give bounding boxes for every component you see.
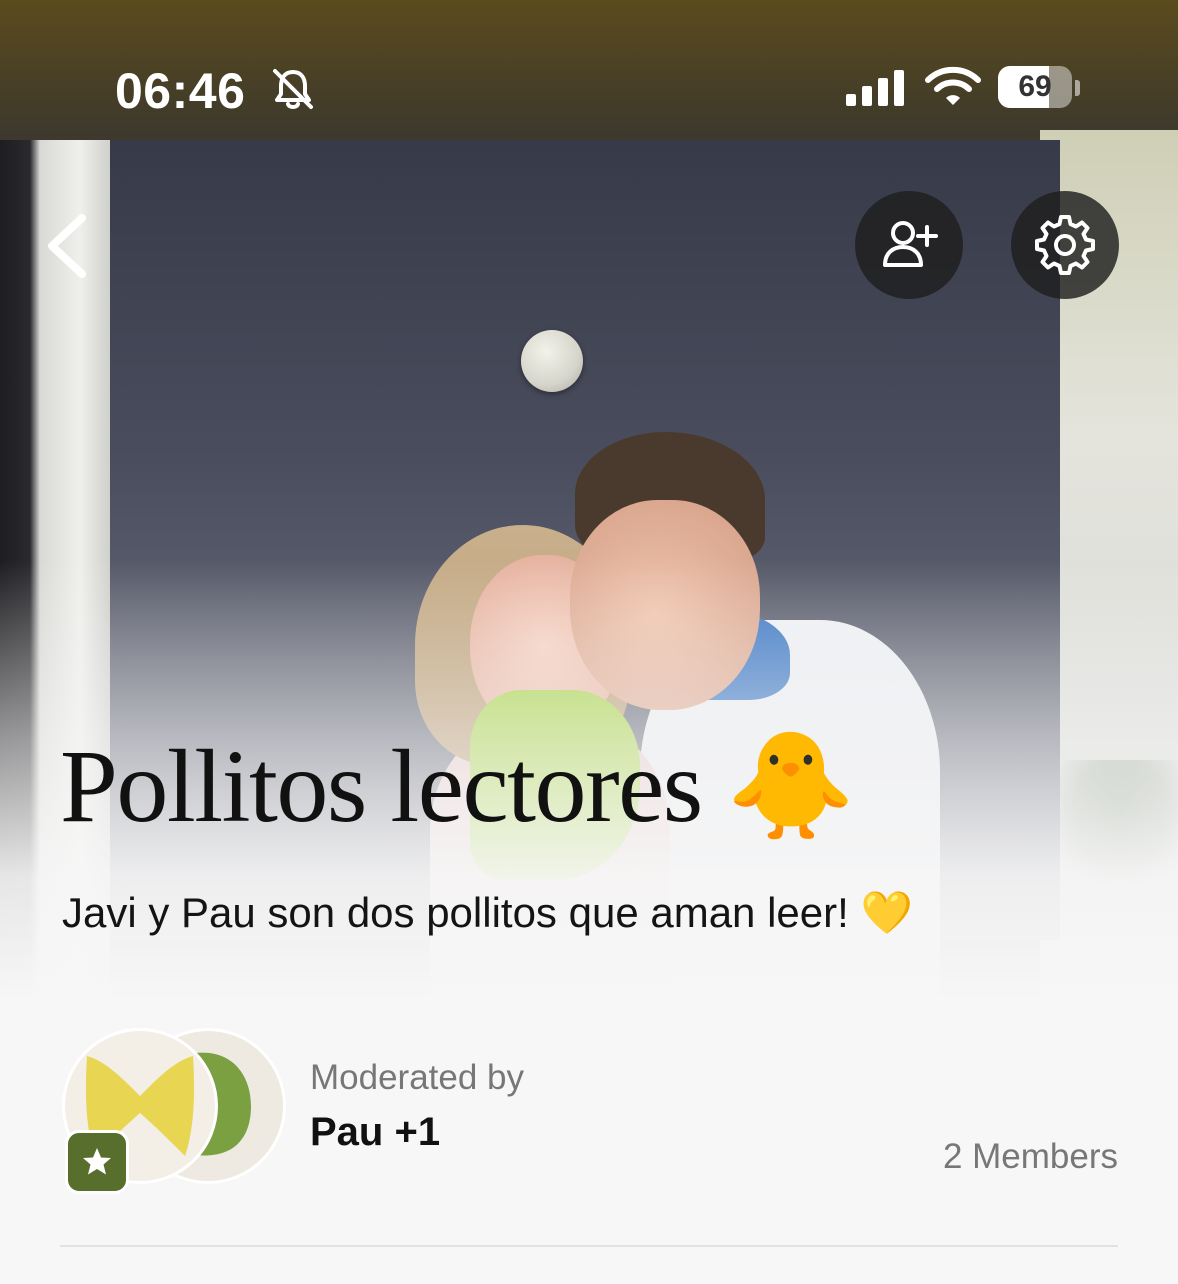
wifi-icon — [925, 66, 981, 105]
person-plus-icon — [883, 221, 938, 267]
battery-percentage: 69 — [1018, 70, 1052, 103]
photo-ceiling-lamp — [521, 330, 583, 392]
battery-tip — [1075, 80, 1080, 96]
moderated-by-label: Moderated by — [310, 1058, 525, 1097]
status-time: 06:46 — [115, 63, 246, 119]
star-icon — [83, 1148, 111, 1175]
add-member-button[interactable] — [855, 191, 963, 299]
bell-slash-icon — [273, 69, 313, 109]
members-count[interactable]: 2 Members — [943, 1137, 1118, 1177]
back-button[interactable] — [40, 210, 100, 282]
settings-button[interactable] — [1011, 191, 1119, 299]
club-cover-photo — [0, 0, 1178, 1000]
moderator-names[interactable]: Pau +1 — [310, 1110, 440, 1155]
gear-icon — [1035, 215, 1095, 275]
club-title: Pollitos lectores 🐥 — [60, 729, 856, 844]
moderator-star-badge — [65, 1130, 129, 1194]
section-divider — [60, 1245, 1118, 1247]
club-description: Javi y Pau son dos pollitos que aman lee… — [62, 889, 913, 936]
battery-icon: 69 — [998, 66, 1072, 108]
chevron-left-icon — [48, 214, 86, 278]
cellular-signal-icon — [846, 70, 904, 106]
